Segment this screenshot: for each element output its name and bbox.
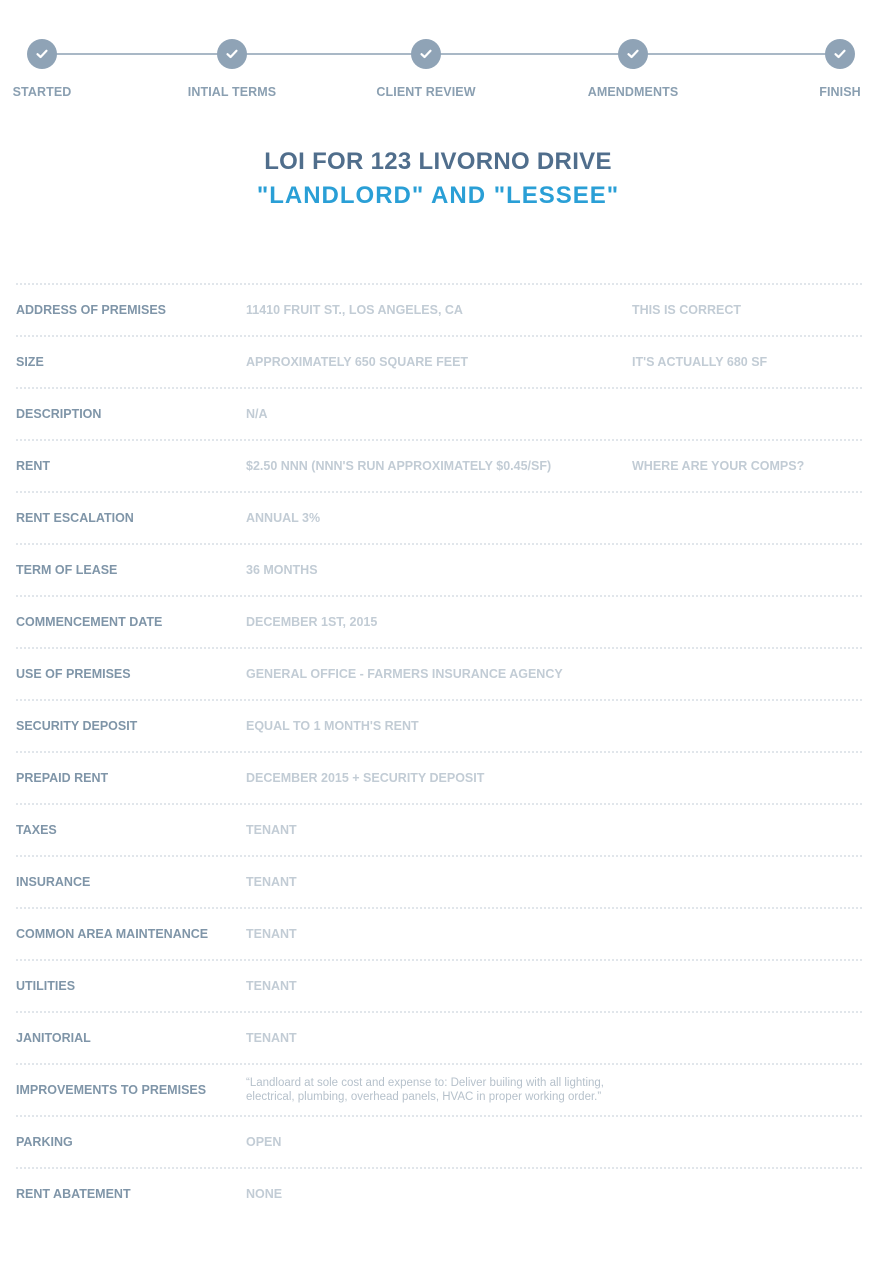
term-note <box>632 753 862 803</box>
term-note <box>632 545 862 595</box>
term-label: UTILITIES <box>16 979 76 993</box>
term-note: WHERE ARE YOUR COMPS? <box>632 459 805 473</box>
term-value: TENANT <box>246 927 297 941</box>
term-row-rent-escalation: RENT ESCALATION ANNUAL 3% <box>16 493 862 543</box>
term-row-common-area-maintenance: COMMON AREA MAINTENANCE TENANT <box>16 909 862 959</box>
check-icon <box>825 39 855 69</box>
term-row-size: SIZE APPROXIMATELY 650 SQUARE FEET IT'S … <box>16 337 862 387</box>
step-label: FINISH <box>819 85 861 99</box>
term-note <box>632 909 862 959</box>
term-row-rent: RENT $2.50 NNN (NNN'S RUN APPROXIMATELY … <box>16 441 862 491</box>
term-value: TENANT <box>246 823 297 837</box>
term-row-insurance: INSURANCE TENANT <box>16 857 862 907</box>
term-label: RENT ESCALATION <box>16 511 134 525</box>
check-icon <box>27 39 57 69</box>
term-value: EQUAL TO 1 MONTH'S RENT <box>246 719 419 733</box>
term-row-parking: PARKING OPEN <box>16 1117 862 1167</box>
term-note <box>632 961 862 1011</box>
term-note <box>632 805 862 855</box>
term-row-rent-abatement: RENT ABATEMENT NONE <box>16 1169 862 1219</box>
term-value: N/A <box>246 407 268 421</box>
term-note <box>632 1169 862 1219</box>
term-label: ADDRESS OF PREMISES <box>16 303 167 317</box>
page-subtitle: "LANDLORD" AND "LESSEE" <box>256 182 620 209</box>
term-label: COMMENCEMENT DATE <box>16 615 163 629</box>
term-label: PREPAID RENT <box>16 771 109 785</box>
step-label: INTIAL TERMS <box>187 85 277 99</box>
check-icon <box>618 39 648 69</box>
check-icon <box>411 39 441 69</box>
term-label: SIZE <box>16 355 44 369</box>
term-note <box>632 649 862 699</box>
terms-table: ADDRESS OF PREMISES 11410 FRUIT ST., LOS… <box>16 283 862 1219</box>
term-label: COMMON AREA MAINTENANCE <box>16 927 209 941</box>
term-row-description: DESCRIPTION N/A <box>16 389 862 439</box>
term-value: TENANT <box>246 1031 297 1045</box>
term-note: THIS IS CORRECT <box>632 303 742 317</box>
term-row-utilities: UTILITIES TENANT <box>16 961 862 1011</box>
term-label: DESCRIPTION <box>16 407 102 421</box>
term-note <box>632 1013 862 1063</box>
term-note <box>632 597 862 647</box>
term-label: SECURITY DEPOSIT <box>16 719 138 733</box>
term-value: “Landloard at sole cost and expense to: … <box>246 1077 604 1103</box>
term-row-use-of-premises: USE OF PREMISES GENERAL OFFICE - FARMERS… <box>16 649 862 699</box>
term-note: IT'S ACTUALLY 680 SF <box>632 355 768 369</box>
term-value: $2.50 NNN (NNN'S RUN APPROXIMATELY $0.45… <box>246 459 552 473</box>
term-row-term-of-lease: TERM OF LEASE 36 MONTHS <box>16 545 862 595</box>
step-label: CLIENT REVIEW <box>376 85 476 99</box>
term-label: JANITORIAL <box>16 1031 91 1045</box>
step-label: AMENDMENTS <box>587 85 679 99</box>
term-note <box>632 1117 862 1167</box>
term-row-address: ADDRESS OF PREMISES 11410 FRUIT ST., LOS… <box>16 285 862 335</box>
term-value: 36 MONTHS <box>246 563 318 577</box>
term-label: IMPROVEMENTS TO PREMISES <box>16 1083 207 1097</box>
term-value: OPEN <box>246 1135 282 1149</box>
term-note <box>632 857 862 907</box>
term-label: TERM OF LEASE <box>16 563 118 577</box>
term-row-commencement-date: COMMENCEMENT DATE DECEMBER 1ST, 2015 <box>16 597 862 647</box>
term-row-security-deposit: SECURITY DEPOSIT EQUAL TO 1 MONTH'S RENT <box>16 701 862 751</box>
term-note <box>632 701 862 751</box>
term-value: ANNUAL 3% <box>246 511 321 525</box>
step-label: STARTED <box>12 85 72 99</box>
term-value: NONE <box>246 1187 283 1201</box>
term-label: PARKING <box>16 1135 73 1149</box>
term-label: INSURANCE <box>16 875 91 889</box>
term-value: TENANT <box>246 979 297 993</box>
page-title: LOI FOR 123 LIVORNO DRIVE <box>264 148 612 175</box>
term-label: USE OF PREMISES <box>16 667 131 681</box>
term-value: 11410 FRUIT ST., LOS ANGELES, CA <box>246 303 463 317</box>
term-row-taxes: TAXES TENANT <box>16 805 862 855</box>
term-note <box>632 389 862 439</box>
term-row-prepaid-rent: PREPAID RENT DECEMBER 2015 + SECURITY DE… <box>16 753 862 803</box>
term-value: DECEMBER 1ST, 2015 <box>246 615 378 629</box>
term-label: RENT ABATEMENT <box>16 1187 131 1201</box>
stepper-track <box>42 53 840 55</box>
term-row-janitorial: JANITORIAL TENANT <box>16 1013 862 1063</box>
term-row-improvements: IMPROVEMENTS TO PREMISES “Landloard at s… <box>16 1065 862 1115</box>
term-value: TENANT <box>246 875 297 889</box>
term-note <box>632 493 862 543</box>
progress-stepper: STARTED INTIAL TERMS CLIENT REVIEW AMEND… <box>0 0 876 110</box>
term-value: APPROXIMATELY 650 SQUARE FEET <box>246 355 469 369</box>
term-note <box>632 1065 862 1115</box>
term-value: GENERAL OFFICE - FARMERS INSURANCE AGENC… <box>246 667 563 681</box>
term-label: TAXES <box>16 823 57 837</box>
check-icon <box>217 39 247 69</box>
term-label: RENT <box>16 459 51 473</box>
term-value: DECEMBER 2015 + SECURITY DEPOSIT <box>246 771 485 785</box>
